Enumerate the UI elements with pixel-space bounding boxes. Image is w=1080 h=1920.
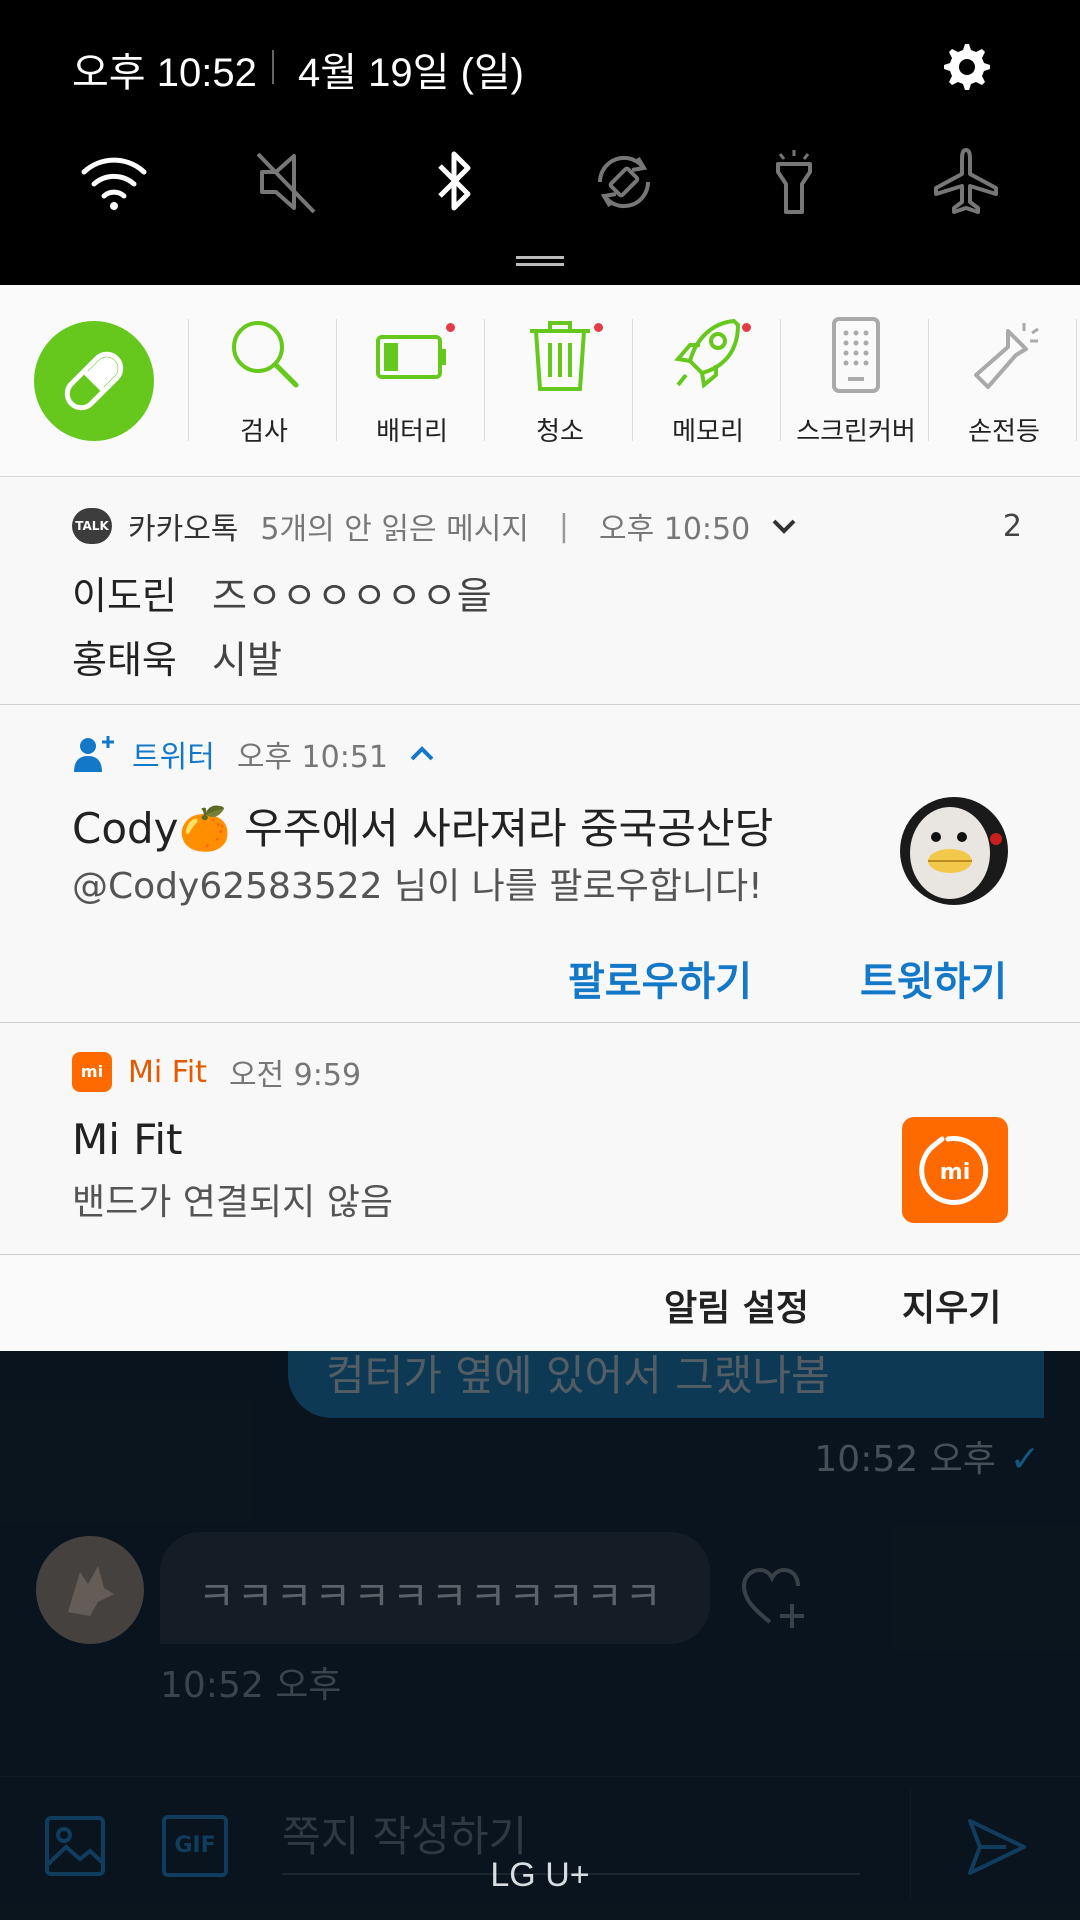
twitter-header: 트위터 오후 10:51 — [72, 731, 436, 777]
tweet-button[interactable]: 트윗하기 — [860, 949, 1007, 1007]
maintenance-divider — [928, 319, 929, 441]
clear-all-button[interactable]: 지우기 — [902, 1279, 1001, 1331]
kakao-app-name: 카카오톡 — [128, 512, 239, 547]
status-separator — [272, 50, 274, 84]
quick-panel: 오후 10:52 4월 19일 (일) — [0, 0, 1080, 285]
follower-avatar — [900, 797, 1008, 905]
screen-cover-icon — [832, 317, 880, 393]
rocket-icon — [674, 319, 740, 389]
flashlight-icon[interactable] — [758, 146, 830, 218]
chevron-down-icon[interactable] — [770, 516, 798, 536]
maintenance-divider — [1076, 319, 1077, 441]
twitter-title: Cody🍊 우주에서 사라져라 중국공산당 — [72, 804, 774, 853]
notification-action-bar: 알림 설정 지우기 — [0, 1255, 1080, 1351]
message-text: 즈ㅇㅇㅇㅇㅇㅇ을 — [212, 574, 492, 618]
panel-drag-handle[interactable] — [516, 256, 564, 266]
notification-kakaotalk[interactable]: TALK 카카오톡 5개의 안 읽은 메시지 | 오후 10:50 2 이도린 즈… — [0, 477, 1080, 705]
mi-logo-icon: mi — [72, 1052, 112, 1092]
header-separator: | — [558, 508, 570, 544]
battery-badge — [446, 323, 455, 332]
kakao-message-row: 이도린 즈ㅇㅇㅇㅇㅇㅇ을 — [72, 565, 492, 620]
mifit-app-icon: mi — [902, 1117, 1008, 1223]
kakao-time: 오후 10:50 — [599, 512, 751, 547]
auto-rotate-icon[interactable] — [588, 146, 660, 218]
pill-icon — [64, 351, 124, 411]
battery-icon — [376, 335, 446, 379]
message-sender: 이도린 — [72, 574, 177, 618]
notification-twitter[interactable]: 트위터 오후 10:51 Cody🍊 우주에서 사라져라 중국공산당 @Cody… — [0, 705, 1080, 1023]
maintenance-divider — [336, 319, 337, 441]
carrier-label: LG U+ — [490, 1856, 590, 1894]
maintenance-divider — [188, 319, 189, 441]
chevron-up-icon[interactable] — [408, 744, 436, 764]
gear-icon[interactable] — [938, 40, 992, 94]
flashlight-icon — [974, 323, 1039, 389]
device-maintenance-bar: 검사 배터리 청소 메모리 스크린커버 손전등 — [0, 285, 1080, 477]
maint-item-scan[interactable]: 검사 — [190, 315, 338, 455]
message-sender: 홍태욱 — [72, 638, 177, 682]
airplane-mode-icon[interactable] — [930, 146, 1002, 218]
maint-item-screen-cover[interactable]: 스크린커버 — [782, 315, 930, 455]
clean-badge — [594, 323, 603, 332]
maint-item-battery[interactable]: 배터리 — [338, 315, 486, 455]
maint-label: 배터리 — [376, 417, 448, 447]
mifit-title: Mi Fit — [72, 1115, 183, 1164]
kakao-header: TALK 카카오톡 5개의 안 읽은 메시지 | 오후 10:50 — [72, 503, 798, 549]
wifi-icon[interactable] — [78, 146, 150, 218]
twitter-app-name: 트위터 — [132, 740, 215, 775]
maint-label: 메모리 — [672, 417, 744, 447]
follow-user-icon — [74, 736, 114, 772]
kakaotalk-icon: TALK — [72, 508, 112, 544]
memory-badge — [742, 323, 751, 332]
kakao-message-row: 홍태욱 시발 — [72, 629, 282, 684]
maint-label: 청소 — [536, 417, 584, 447]
maint-label: 손전등 — [968, 417, 1040, 447]
maintenance-divider — [632, 319, 633, 441]
mifit-time: 오전 9:59 — [228, 1058, 362, 1093]
mi-logo-text: mi — [940, 1160, 970, 1185]
notification-settings-button[interactable]: 알림 설정 — [664, 1279, 809, 1331]
sound-off-icon[interactable] — [252, 146, 324, 218]
notification-mifit[interactable]: mi Mi Fit 오전 9:59 Mi Fit 밴드가 연결되지 않음 mi — [0, 1023, 1080, 1255]
status-date: 4월 19일 (일) — [298, 51, 525, 95]
maintenance-divider — [780, 319, 781, 441]
mifit-header: mi Mi Fit 오전 9:59 — [72, 1049, 361, 1095]
message-count: 2 — [1002, 509, 1022, 544]
maint-item-memory[interactable]: 메모리 — [634, 315, 782, 455]
twitter-time: 오후 10:51 — [236, 740, 389, 775]
trash-icon — [530, 321, 590, 391]
maint-label: 스크린커버 — [796, 417, 916, 447]
status-time: 오후 10:52 — [72, 51, 257, 95]
kakao-summary: 5개의 안 읽은 메시지 — [260, 512, 529, 547]
maint-item-flashlight[interactable]: 손전등 — [930, 315, 1078, 455]
twitter-body: @Cody62583522 님이 나를 팔로우합니다! — [72, 866, 763, 907]
follow-button[interactable]: 팔로우하기 — [568, 949, 752, 1007]
device-maintenance-button[interactable] — [34, 321, 154, 441]
mifit-app-name: Mi Fit — [128, 1054, 207, 1090]
maint-item-clean[interactable]: 청소 — [486, 315, 634, 455]
bluetooth-icon[interactable] — [418, 146, 490, 218]
search-icon — [232, 321, 299, 388]
maintenance-divider — [484, 319, 485, 441]
message-text: 시발 — [212, 638, 282, 682]
maint-label: 검사 — [240, 417, 288, 447]
mifit-body: 밴드가 연결되지 않음 — [72, 1182, 393, 1223]
